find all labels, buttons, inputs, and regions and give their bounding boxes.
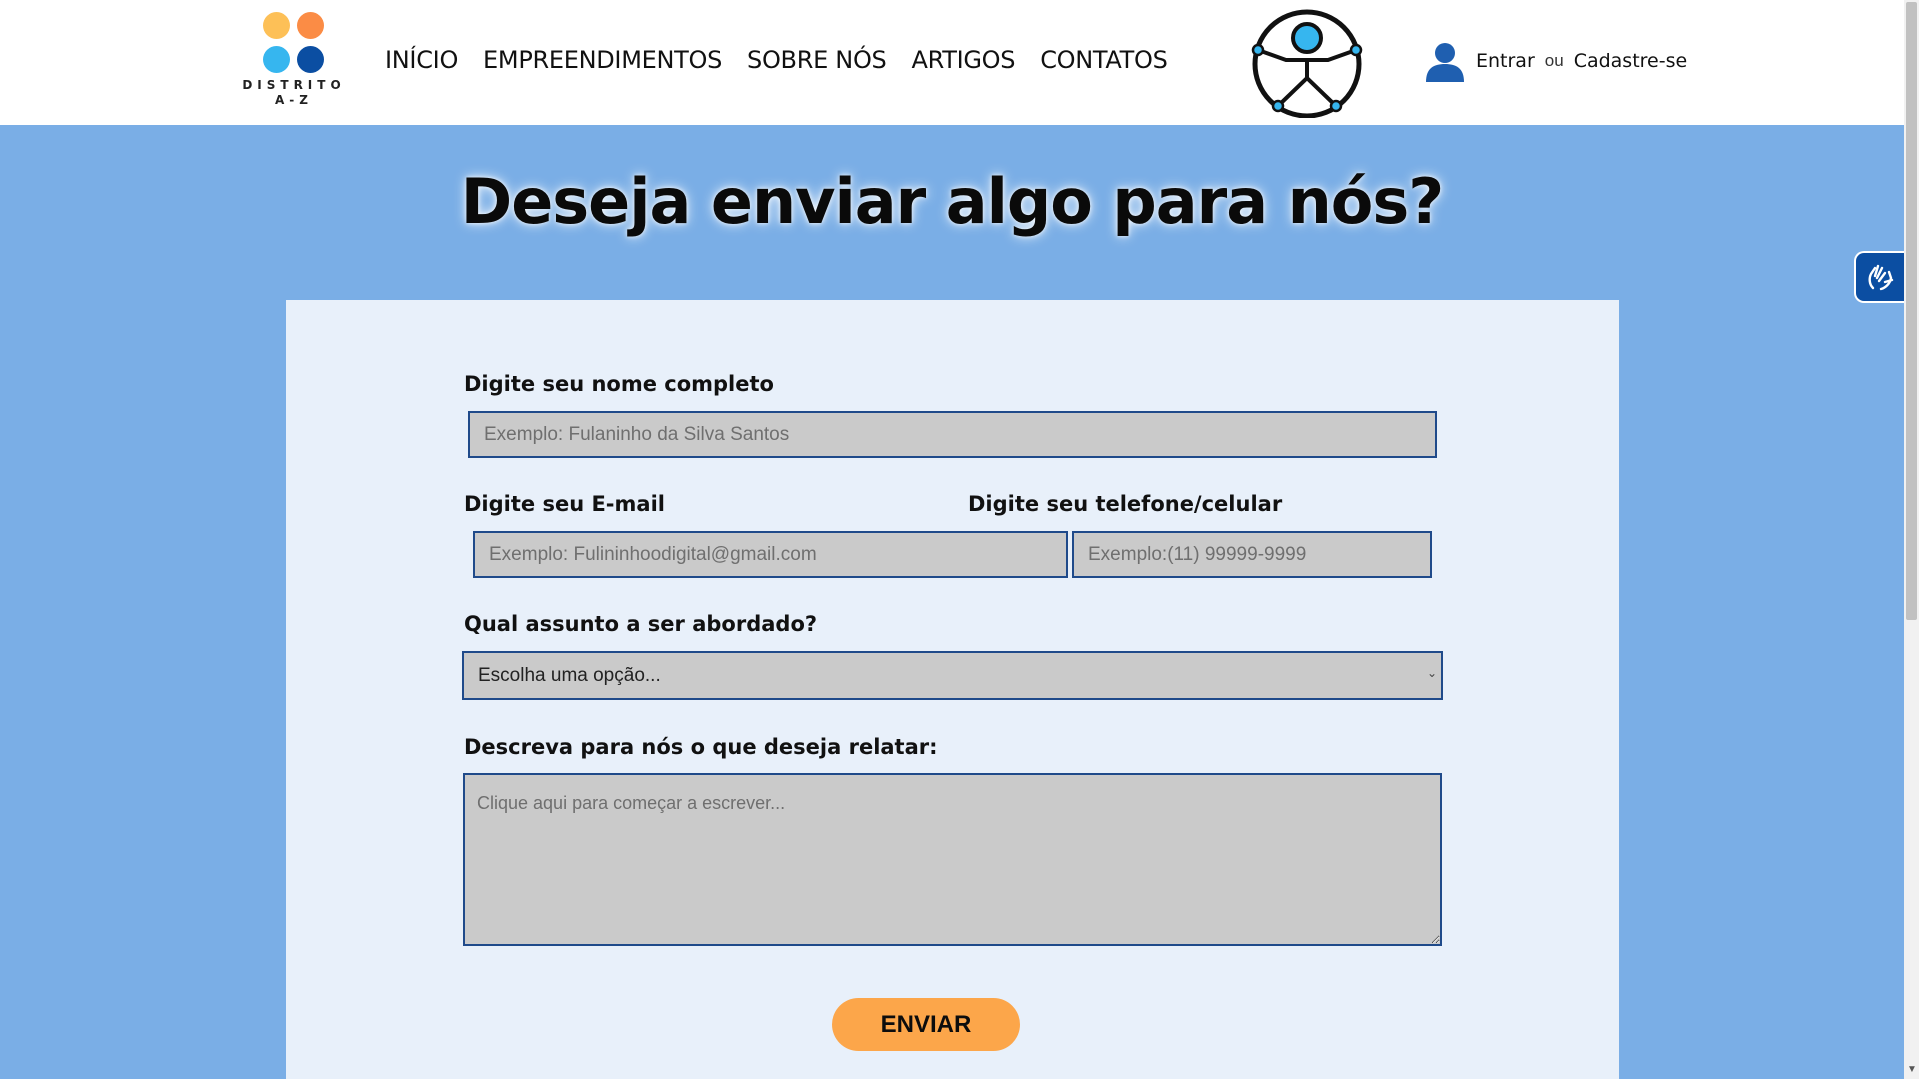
name-label: Digite seu nome completo bbox=[464, 372, 774, 396]
logo-dot-yellow bbox=[263, 12, 290, 39]
phone-input[interactable] bbox=[1072, 531, 1432, 578]
logo-wordmark: DISTRITO A-Z bbox=[232, 78, 356, 108]
user-icon[interactable] bbox=[1424, 40, 1466, 82]
nav-item-contatos[interactable]: CONTATOS bbox=[1040, 46, 1168, 74]
page-title: Deseja enviar algo para nós? bbox=[460, 165, 1444, 238]
auth-links: Entrar ou Cadastre-se bbox=[1424, 40, 1687, 82]
logo-dot-dark-blue bbox=[297, 46, 324, 73]
email-input[interactable] bbox=[473, 531, 1068, 578]
name-input[interactable] bbox=[468, 411, 1437, 458]
nav-item-artigos[interactable]: ARTIGOS bbox=[911, 46, 1015, 74]
vlibras-widget-button[interactable] bbox=[1854, 251, 1904, 303]
sign-language-hands-icon bbox=[1868, 264, 1894, 291]
message-textarea[interactable] bbox=[463, 773, 1442, 946]
nav-item-inicio[interactable]: INÍCIO bbox=[385, 46, 458, 74]
nav-item-sobre-nos[interactable]: SOBRE NÓS bbox=[747, 46, 887, 74]
email-label: Digite seu E-mail bbox=[464, 492, 665, 516]
subject-label: Qual assunto a ser abordado? bbox=[464, 612, 818, 636]
scroll-down-arrow-icon[interactable]: ▼ bbox=[1907, 1064, 1917, 1075]
login-link[interactable]: Entrar bbox=[1476, 50, 1535, 72]
scrollbar-thumb[interactable] bbox=[1906, 2, 1917, 620]
main-nav: INÍCIO EMPREENDIMENTOS SOBRE NÓS ARTIGOS… bbox=[385, 46, 1168, 74]
signup-link[interactable]: Cadastre-se bbox=[1574, 50, 1688, 72]
phone-label: Digite seu telefone/celular bbox=[968, 492, 1283, 516]
subject-select[interactable]: Escolha uma opção... bbox=[462, 651, 1443, 700]
nav-item-empreendimentos[interactable]: EMPREENDIMENTOS bbox=[483, 46, 722, 74]
submit-button[interactable]: ENVIAR bbox=[832, 998, 1020, 1051]
page-scrollbar[interactable]: ▼ bbox=[1904, 0, 1919, 1079]
auth-or-text: ou bbox=[1544, 51, 1564, 70]
distrito-az-logo[interactable]: DISTRITO A-Z bbox=[232, 8, 356, 112]
message-label: Descreva para nós o que deseja relatar: bbox=[464, 735, 938, 759]
logo-wordmark-line2: A-Z bbox=[275, 93, 313, 107]
logo-wordmark-line1: DISTRITO bbox=[242, 78, 346, 92]
accessibility-icon[interactable] bbox=[1248, 8, 1366, 118]
site-header: DISTRITO A-Z INÍCIO EMPREENDIMENTOS SOBR… bbox=[0, 0, 1904, 125]
logo-dot-light-blue bbox=[263, 46, 290, 73]
logo-dot-orange bbox=[297, 12, 324, 39]
